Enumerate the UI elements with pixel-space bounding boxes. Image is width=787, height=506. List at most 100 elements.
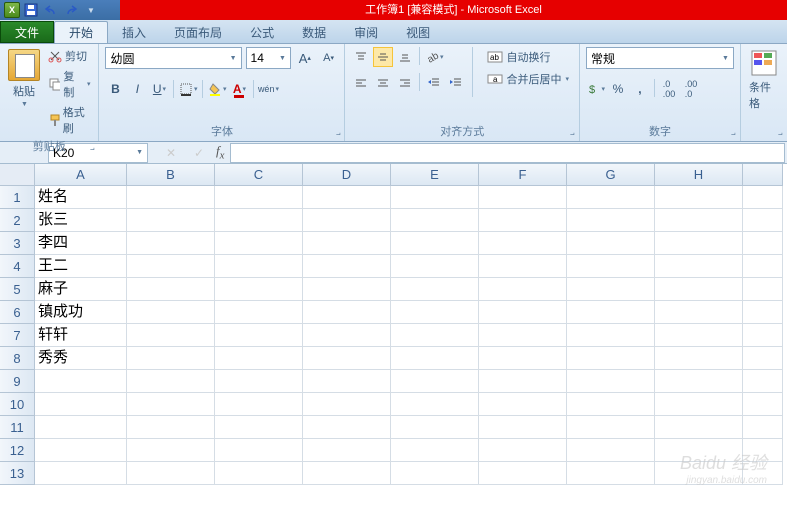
cell-E1[interactable]	[391, 186, 479, 209]
cell-H13[interactable]	[655, 462, 743, 485]
col-header-B[interactable]: B	[127, 164, 215, 186]
col-header-C[interactable]: C	[215, 164, 303, 186]
cell-E4[interactable]	[391, 255, 479, 278]
cell-D10[interactable]	[303, 393, 391, 416]
cell-I9[interactable]	[743, 370, 783, 393]
align-top-button[interactable]	[351, 47, 371, 67]
col-header-D[interactable]: D	[303, 164, 391, 186]
row-header-10[interactable]: 10	[0, 393, 35, 416]
cell-I4[interactable]	[743, 255, 783, 278]
cell-F10[interactable]	[479, 393, 567, 416]
cell-F5[interactable]	[479, 278, 567, 301]
phonetic-button[interactable]: wén▾	[258, 79, 278, 99]
cell-F3[interactable]	[479, 232, 567, 255]
cell-D4[interactable]	[303, 255, 391, 278]
cell-G7[interactable]	[567, 324, 655, 347]
cell-G8[interactable]	[567, 347, 655, 370]
cell-H12[interactable]	[655, 439, 743, 462]
cell-I2[interactable]	[743, 209, 783, 232]
cell-A6[interactable]: 镇成功	[35, 301, 127, 324]
col-header-H[interactable]: H	[655, 164, 743, 186]
ribbon-tab-5[interactable]: 审阅	[340, 21, 392, 43]
cell-C6[interactable]	[215, 301, 303, 324]
row-header-2[interactable]: 2	[0, 209, 35, 232]
cut-button[interactable]: 剪切	[46, 47, 92, 65]
cell-B13[interactable]	[127, 462, 215, 485]
cell-A12[interactable]	[35, 439, 127, 462]
cell-E13[interactable]	[391, 462, 479, 485]
cell-E9[interactable]	[391, 370, 479, 393]
cell-C5[interactable]	[215, 278, 303, 301]
cell-C13[interactable]	[215, 462, 303, 485]
cell-F12[interactable]	[479, 439, 567, 462]
cell-E6[interactable]	[391, 301, 479, 324]
cell-B4[interactable]	[127, 255, 215, 278]
cell-A4[interactable]: 王二	[35, 255, 127, 278]
cell-C2[interactable]	[215, 209, 303, 232]
cell-A10[interactable]	[35, 393, 127, 416]
cell-B12[interactable]	[127, 439, 215, 462]
save-icon[interactable]	[22, 1, 40, 19]
border-button[interactable]: ▾	[178, 79, 198, 99]
redo-icon[interactable]	[62, 1, 80, 19]
cell-B9[interactable]	[127, 370, 215, 393]
cell-I5[interactable]	[743, 278, 783, 301]
increase-indent-button[interactable]	[446, 73, 466, 93]
cell-E10[interactable]	[391, 393, 479, 416]
cell-D1[interactable]	[303, 186, 391, 209]
merge-center-button[interactable]: a合并后居中▾	[483, 69, 573, 89]
file-tab[interactable]: 文件	[0, 21, 54, 43]
bold-button[interactable]: B	[105, 79, 125, 99]
underline-button[interactable]: U▾	[149, 79, 169, 99]
cell-G2[interactable]	[567, 209, 655, 232]
cell-H2[interactable]	[655, 209, 743, 232]
format-painter-button[interactable]: 格式刷	[46, 103, 92, 137]
cell-B1[interactable]	[127, 186, 215, 209]
cell-G12[interactable]	[567, 439, 655, 462]
decrease-indent-button[interactable]	[424, 73, 444, 93]
row-header-8[interactable]: 8	[0, 347, 35, 370]
ribbon-tab-0[interactable]: 开始	[54, 21, 108, 43]
cell-H5[interactable]	[655, 278, 743, 301]
col-header-E[interactable]: E	[391, 164, 479, 186]
formula-input[interactable]	[230, 143, 785, 163]
align-left-button[interactable]	[351, 73, 371, 93]
cell-G9[interactable]	[567, 370, 655, 393]
cell-B10[interactable]	[127, 393, 215, 416]
align-right-button[interactable]	[395, 73, 415, 93]
increase-decimal-button[interactable]: .0.00	[659, 79, 679, 99]
cell-E3[interactable]	[391, 232, 479, 255]
cell-A3[interactable]: 李四	[35, 232, 127, 255]
font-color-button[interactable]: A▾	[229, 79, 249, 99]
fx-icon[interactable]: fx	[216, 143, 224, 162]
cell-H9[interactable]	[655, 370, 743, 393]
select-all-corner[interactable]	[0, 164, 35, 186]
cell-D7[interactable]	[303, 324, 391, 347]
cell-H11[interactable]	[655, 416, 743, 439]
row-header-5[interactable]: 5	[0, 278, 35, 301]
cell-F7[interactable]	[479, 324, 567, 347]
cell-I11[interactable]	[743, 416, 783, 439]
cell-I13[interactable]	[743, 462, 783, 485]
cell-G11[interactable]	[567, 416, 655, 439]
cell-D2[interactable]	[303, 209, 391, 232]
cell-F4[interactable]	[479, 255, 567, 278]
cell-I10[interactable]	[743, 393, 783, 416]
cell-D13[interactable]	[303, 462, 391, 485]
cell-B2[interactable]	[127, 209, 215, 232]
cell-C10[interactable]	[215, 393, 303, 416]
cell-A5[interactable]: 麻子	[35, 278, 127, 301]
decrease-font-button[interactable]: A▾	[319, 48, 339, 68]
cell-E12[interactable]	[391, 439, 479, 462]
cell-I1[interactable]	[743, 186, 783, 209]
cell-D3[interactable]	[303, 232, 391, 255]
cell-G10[interactable]	[567, 393, 655, 416]
cell-I7[interactable]	[743, 324, 783, 347]
cell-E7[interactable]	[391, 324, 479, 347]
undo-icon[interactable]	[42, 1, 60, 19]
font-name-combo[interactable]: 幼圆▼	[105, 47, 241, 69]
align-center-button[interactable]	[373, 73, 393, 93]
cell-H4[interactable]	[655, 255, 743, 278]
align-middle-button[interactable]	[373, 47, 393, 67]
cell-B8[interactable]	[127, 347, 215, 370]
